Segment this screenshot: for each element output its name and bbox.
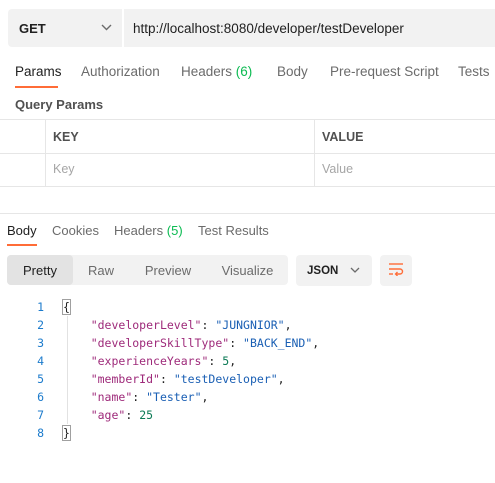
value-column-header: VALUE: [322, 130, 364, 144]
tab-body[interactable]: Body: [277, 64, 308, 79]
chevron-down-icon: [350, 265, 360, 276]
method-label: GET: [19, 20, 46, 36]
table-divider: [314, 119, 315, 186]
key-input[interactable]: Key: [53, 162, 75, 176]
json-key: "developerSkillType": [90, 336, 230, 350]
visualize-button[interactable]: Visualize: [207, 255, 288, 285]
url-text: http://localhost:8080/developer/testDeve…: [133, 20, 404, 36]
code-line: "memberId": "testDeveloper",: [90, 372, 285, 386]
json-key: "age": [90, 408, 126, 422]
code-line: }: [62, 424, 319, 442]
code-line: "name": "Tester",: [90, 390, 209, 404]
line-number: 2: [37, 318, 44, 332]
url-input[interactable]: http://localhost:8080/developer/testDeve…: [124, 9, 495, 47]
open-brace: {: [62, 299, 71, 315]
json-value: 25: [139, 408, 154, 422]
json-value: "Tester": [146, 390, 202, 404]
wrap-lines-icon: [388, 262, 404, 279]
json-separator: ,: [284, 318, 292, 332]
tab-tests[interactable]: Tests: [458, 64, 490, 79]
line-number: 3: [37, 336, 44, 350]
raw-button[interactable]: Raw: [73, 255, 129, 285]
line-number: 7: [37, 408, 44, 422]
json-key: "name": [90, 390, 133, 404]
code-line: "experienceYears": 5,: [90, 354, 237, 368]
line-number-gutter: 1 2 3 4 5 6 7 8: [28, 298, 44, 442]
line-number: 1: [37, 300, 44, 314]
chevron-down-icon: [101, 22, 112, 34]
format-label: JSON: [307, 264, 339, 277]
response-tab-body[interactable]: Body: [7, 223, 37, 238]
value-input[interactable]: Value: [322, 162, 353, 176]
key-column-header: KEY: [53, 130, 79, 144]
line-number: 6: [37, 390, 44, 404]
method-select[interactable]: GET: [8, 9, 123, 47]
wrap-lines-button[interactable]: [380, 255, 412, 286]
line-number: 4: [37, 354, 44, 368]
code-line: "developerSkillType": "BACK_END",: [90, 336, 320, 350]
line-number: 8: [37, 426, 44, 440]
json-separator: ,: [229, 354, 237, 368]
table-divider: [45, 119, 46, 186]
active-response-tab-indicator: [7, 244, 37, 246]
tab-prerequest-script[interactable]: Pre-request Script: [330, 64, 439, 79]
response-tab-cookies[interactable]: Cookies: [52, 223, 99, 238]
active-tab-indicator: [15, 86, 58, 88]
code-line: {: [62, 298, 319, 316]
tab-headers[interactable]: Headers (6): [181, 64, 252, 79]
table-border: [0, 119, 495, 120]
headers-count: (6): [235, 64, 253, 79]
table-border: [0, 153, 495, 154]
json-separator: ,: [201, 390, 209, 404]
query-params-title: Query Params: [15, 97, 104, 112]
table-border: [0, 186, 495, 187]
format-select[interactable]: JSON: [296, 255, 372, 286]
response-divider: [0, 213, 495, 214]
pretty-button[interactable]: Pretty: [7, 255, 73, 285]
json-separator: ,: [277, 372, 285, 386]
tab-authorization[interactable]: Authorization: [81, 64, 160, 79]
code-line: "developerLevel": "JUNGNIOR",: [90, 318, 292, 332]
json-value: "testDeveloper": [173, 372, 278, 386]
close-brace: }: [62, 425, 71, 441]
code-line: "age": 25: [90, 408, 154, 422]
response-headers-count: (5): [166, 223, 183, 238]
json-key: "developerLevel": [90, 318, 202, 332]
response-tab-headers-label: Headers: [114, 223, 164, 238]
response-tab-headers[interactable]: Headers (5): [114, 223, 183, 238]
json-key: "memberId": [90, 372, 160, 386]
tab-headers-label: Headers: [181, 64, 233, 79]
json-key: "experienceYears": [90, 354, 209, 368]
line-number: 5: [37, 372, 44, 386]
json-value: "BACK_END": [243, 336, 313, 350]
tab-params[interactable]: Params: [15, 64, 62, 79]
response-body-viewer[interactable]: { "developerLevel": "JUNGNIOR", "develop…: [62, 298, 320, 442]
json-value: "JUNGNIOR": [215, 318, 285, 332]
preview-button[interactable]: Preview: [129, 255, 207, 285]
response-tab-test-results[interactable]: Test Results: [198, 223, 269, 238]
json-separator: ,: [312, 336, 320, 350]
